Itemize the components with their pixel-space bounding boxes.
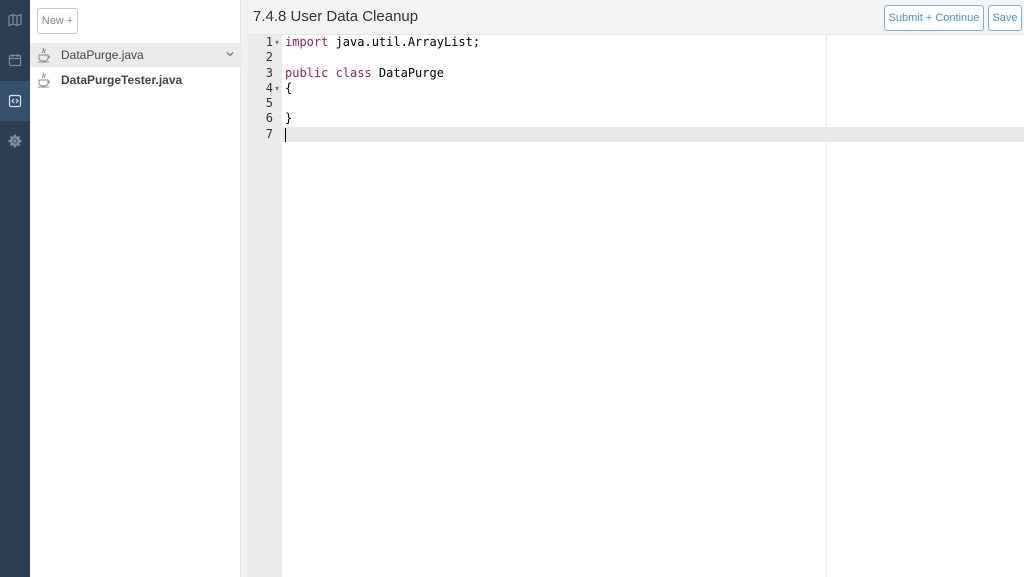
- save-button[interactable]: Save: [988, 5, 1022, 31]
- submit-continue-button[interactable]: Submit + Continue: [884, 5, 984, 31]
- calendar-icon: [8, 54, 22, 67]
- java-file-icon: [38, 72, 50, 88]
- fold-toggle-icon[interactable]: ▾: [275, 81, 281, 96]
- code-line: import java.util.ArrayList;: [285, 35, 480, 50]
- code-line: public class DataPurge: [285, 66, 444, 81]
- rail-settings-button[interactable]: [0, 121, 30, 161]
- code-keyword: import: [285, 35, 329, 49]
- page-title: 7.4.8 User Data Cleanup: [253, 8, 419, 25]
- editor-header: 7.4.8 User Data Cleanup Submit + Continu…: [248, 0, 1024, 35]
- rail-map-button[interactable]: [0, 0, 30, 40]
- print-margin: [826, 35, 827, 577]
- gear-icon: [8, 134, 22, 148]
- new-file-button[interactable]: New +: [37, 8, 78, 34]
- line-number: 5: [265, 96, 273, 110]
- file-item-datapurgetester[interactable]: DataPurgeTester.java: [30, 68, 241, 92]
- line-number: 6: [265, 111, 273, 125]
- code-keyword: public class: [285, 66, 372, 80]
- rail-calendar-button[interactable]: [0, 40, 30, 80]
- line-number: 4: [265, 81, 273, 95]
- left-nav-rail: [0, 0, 30, 577]
- file-name: DataPurge.java: [61, 48, 144, 62]
- code-line: {: [285, 81, 292, 96]
- line-number: 2: [265, 50, 273, 64]
- text-cursor: [285, 128, 286, 142]
- rail-code-button[interactable]: [0, 81, 30, 121]
- code-text: DataPurge: [371, 66, 444, 80]
- chevron-down-icon[interactable]: [225, 49, 235, 59]
- editor-area: 7.4.8 User Data Cleanup Submit + Continu…: [248, 0, 1024, 577]
- line-number: 1: [265, 35, 273, 49]
- file-item-datapurge[interactable]: DataPurge.java: [30, 43, 241, 67]
- active-line-highlight-code: [282, 127, 1024, 142]
- panel-splitter[interactable]: [241, 0, 248, 577]
- code-line: }: [285, 111, 292, 126]
- code-text: }: [285, 111, 293, 125]
- line-number: 7: [265, 127, 273, 141]
- code-icon: [8, 94, 22, 108]
- file-name: DataPurgeTester.java: [61, 73, 183, 87]
- map-icon: [8, 13, 22, 27]
- file-panel: New + DataPurge.java DataPurgeTester.jav…: [30, 0, 241, 577]
- code-text: {: [285, 81, 293, 95]
- line-number: 3: [265, 66, 273, 80]
- java-file-icon: [38, 47, 50, 63]
- code-text: java.util.ArrayList;: [328, 35, 481, 49]
- fold-toggle-icon[interactable]: ▾: [275, 35, 281, 50]
